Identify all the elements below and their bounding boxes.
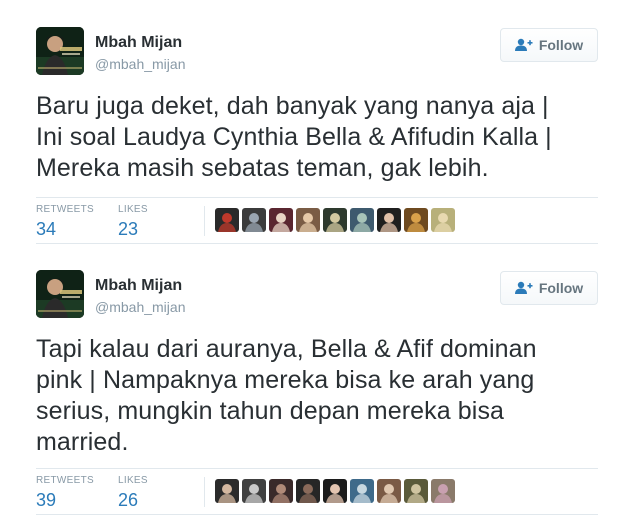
liker-avatar[interactable] <box>323 479 347 503</box>
liker-avatar[interactable] <box>269 479 293 503</box>
liker-avatar[interactable] <box>404 208 428 232</box>
display-name[interactable]: Mbah Mijan <box>95 277 182 295</box>
user-avatar[interactable] <box>36 27 84 75</box>
tweet: Mbah Mijan @mbah_mijan Follow Baru juga … <box>36 27 598 244</box>
follow-button[interactable]: Follow <box>500 28 598 62</box>
liker-avatar[interactable] <box>377 208 401 232</box>
tweet-stats: RETWEETS 39 LIKES 26 <box>36 468 598 515</box>
liker-avatars <box>215 208 455 232</box>
likes-label: LIKES <box>118 204 148 215</box>
stats-divider <box>204 477 205 507</box>
screen-name[interactable]: @mbah_mijan <box>95 299 185 315</box>
follow-user-icon <box>514 281 533 295</box>
follow-user-icon <box>514 38 533 52</box>
tweet: Mbah Mijan @mbah_mijan Follow Tapi kalau… <box>36 270 598 515</box>
tweet-header: Mbah Mijan @mbah_mijan Follow <box>36 270 598 320</box>
liker-avatar[interactable] <box>215 208 239 232</box>
liker-avatar[interactable] <box>377 479 401 503</box>
retweets-label: RETWEETS <box>36 475 94 486</box>
tweet-text: Baru juga deket, dah banyak yang nanya a… <box>36 92 552 182</box>
follow-label: Follow <box>538 37 584 53</box>
display-name[interactable]: Mbah Mijan <box>95 34 182 52</box>
retweets-label: RETWEETS <box>36 204 94 215</box>
liker-avatar[interactable] <box>215 479 239 503</box>
screen-name[interactable]: @mbah_mijan <box>95 56 185 72</box>
liker-avatar[interactable] <box>350 479 374 503</box>
liker-avatars <box>215 479 455 503</box>
liker-avatar[interactable] <box>296 208 320 232</box>
liker-avatar[interactable] <box>296 479 320 503</box>
likes-label: LIKES <box>118 475 148 486</box>
likes-stat[interactable]: LIKES 23 <box>118 204 148 240</box>
user-avatar[interactable] <box>36 270 84 318</box>
liker-avatar[interactable] <box>269 208 293 232</box>
retweets-count: 39 <box>36 490 57 510</box>
liker-avatar[interactable] <box>404 479 428 503</box>
follow-label: Follow <box>538 280 584 296</box>
liker-avatar[interactable] <box>242 208 266 232</box>
likes-count: 26 <box>118 490 139 510</box>
liker-avatar[interactable] <box>431 208 455 232</box>
tweet-stats: RETWEETS 34 LIKES 23 <box>36 197 598 244</box>
tweet-text: Tapi kalau dari auranya, Bella & Afif do… <box>36 335 537 456</box>
stats-divider <box>204 206 205 236</box>
likes-stat[interactable]: LIKES 26 <box>118 475 148 511</box>
tweet-header: Mbah Mijan @mbah_mijan Follow <box>36 27 598 77</box>
likes-count: 23 <box>118 219 139 239</box>
retweets-count: 34 <box>36 219 57 239</box>
retweets-stat[interactable]: RETWEETS 39 <box>36 475 94 511</box>
liker-avatar[interactable] <box>431 479 455 503</box>
retweets-stat[interactable]: RETWEETS 34 <box>36 204 94 240</box>
liker-avatar[interactable] <box>350 208 374 232</box>
follow-button[interactable]: Follow <box>500 271 598 305</box>
liker-avatar[interactable] <box>242 479 266 503</box>
liker-avatar[interactable] <box>323 208 347 232</box>
